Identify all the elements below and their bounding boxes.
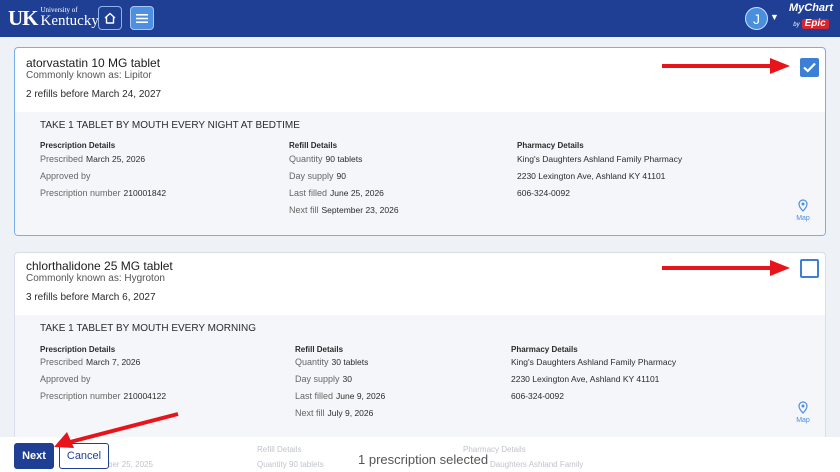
- mychart-by-epic-logo: MyChart by Epic: [788, 2, 833, 29]
- user-avatar[interactable]: J: [745, 7, 768, 30]
- medication-common-name: Commonly known as: Lipitor: [26, 70, 152, 81]
- ghost-refill-heading: Refill Details: [257, 445, 302, 454]
- prescribed-row: Prescribed March 25, 2026: [40, 154, 146, 164]
- pharmacy-address: 2230 Lexington Ave, Ashland KY 41101: [517, 171, 666, 181]
- map-pin-icon: [798, 199, 808, 212]
- select-prescription-checkbox[interactable]: [800, 58, 819, 77]
- approved-by-row: Approved by: [40, 374, 91, 384]
- approved-by-row: Approved by: [40, 171, 91, 181]
- prescription-details-heading: Prescription Details: [40, 345, 116, 354]
- prescription-number-row: Prescription number 210001842: [40, 188, 167, 198]
- dosage-instructions: TAKE 1 TABLET BY MOUTH EVERY MORNING: [40, 323, 256, 334]
- dosage-instructions: TAKE 1 TABLET BY MOUTH EVERY NIGHT AT BE…: [40, 120, 300, 131]
- next-button[interactable]: Next: [14, 443, 54, 469]
- medication-common-name: Commonly known as: Hygroton: [26, 273, 165, 284]
- day-supply-row: Day supply 90: [289, 171, 346, 181]
- last-filled-row: Last filled June 9, 2026: [295, 391, 386, 401]
- arrow-annotation-icon: [662, 260, 790, 276]
- top-nav-bar: UK University of Kentucky J ▼ MyChart by…: [0, 0, 840, 37]
- home-icon: [104, 12, 116, 24]
- ghost-pharmacy: Daughters Ashland Family: [490, 460, 584, 469]
- arrow-annotation-icon: [54, 412, 179, 448]
- day-supply-row: Day supply 30: [295, 374, 352, 384]
- logo-big-text: Kentucky: [40, 13, 99, 29]
- map-label: Map: [796, 215, 810, 222]
- refills-remaining: 2 refills before March 24, 2027: [26, 89, 162, 100]
- pharmacy-phone: 606-324-0092: [517, 188, 570, 198]
- uk-logo[interactable]: UK University of Kentucky: [8, 6, 99, 30]
- pharmacy-details-heading: Pharmacy Details: [511, 345, 578, 354]
- chevron-down-icon[interactable]: ▼: [770, 12, 779, 22]
- next-fill-row: Next fill September 23, 2026: [289, 205, 399, 215]
- medication-name: atorvastatin 10 MG tablet: [26, 56, 161, 70]
- next-fill-row: Next fill July 9, 2026: [295, 408, 374, 418]
- refill-details-heading: Refill Details: [295, 345, 344, 354]
- prescription-number-row: Prescription number 210004122: [40, 391, 167, 401]
- medication-name: chlorthalidone 25 MG tablet: [26, 259, 173, 273]
- uk-logo-mark: UK: [8, 5, 38, 30]
- map-link[interactable]: Map: [793, 401, 813, 424]
- prescription-details-heading: Prescription Details: [40, 141, 116, 150]
- selection-count-text: 1 prescription selected: [358, 452, 489, 467]
- last-filled-row: Last filled June 25, 2026: [289, 188, 384, 198]
- refills-remaining: 3 refills before March 6, 2027: [26, 292, 156, 303]
- prescribed-row: Prescribed March 7, 2026: [40, 357, 141, 367]
- pharmacy-name: King's Daughters Ashland Family Pharmacy: [511, 357, 677, 367]
- map-pin-icon: [798, 401, 808, 414]
- pharmacy-details-heading: Pharmacy Details: [517, 141, 584, 150]
- select-prescription-checkbox[interactable]: [800, 259, 819, 278]
- pharmacy-name: King's Daughters Ashland Family Pharmacy: [517, 154, 683, 164]
- pharmacy-phone: 606-324-0092: [511, 391, 564, 401]
- prescription-details-panel: TAKE 1 TABLET BY MOUTH EVERY NIGHT AT BE…: [15, 112, 825, 235]
- quantity-row: Quantity 90 tablets: [289, 154, 363, 164]
- ghost-quantity: Quantity 90 tablets: [257, 460, 324, 469]
- ghost-date: ber 25, 2025: [108, 460, 153, 469]
- quantity-row: Quantity 30 tablets: [295, 357, 369, 367]
- refill-details-heading: Refill Details: [289, 141, 338, 150]
- menu-button[interactable]: [130, 6, 154, 30]
- home-button[interactable]: [98, 6, 122, 30]
- map-label: Map: [796, 417, 810, 424]
- pharmacy-address: 2230 Lexington Ave, Ashland KY 41101: [511, 374, 660, 384]
- checkmark-icon: [803, 62, 816, 73]
- arrow-annotation-icon: [662, 58, 790, 74]
- map-link[interactable]: Map: [793, 199, 813, 222]
- hamburger-icon: [136, 13, 148, 23]
